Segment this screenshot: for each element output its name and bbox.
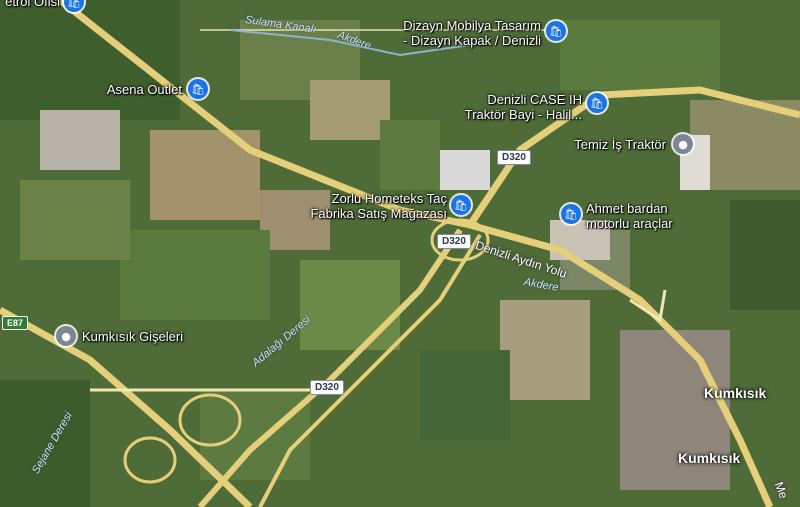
poi-dizayn-mobilya-pin[interactable]: 🛍 — [546, 21, 566, 41]
poi-denizli-case-ih-label[interactable]: Denizli CASE IH Traktör Bayi - Halil... — [465, 92, 582, 122]
poi-kumkisik-giseleri-label[interactable]: Kumkısık Gişeleri — [82, 329, 183, 344]
poi-asena-outlet-label[interactable]: Asena Outlet — [107, 82, 182, 97]
road-shield-d320-south: D320 — [310, 380, 344, 395]
poi-temiz-is-traktor-label[interactable]: Temiz İş Traktör — [574, 137, 666, 152]
poi-petrol-ofisi-label[interactable]: etrol Ofisi — [5, 0, 60, 9]
road-shield-d320-north: D320 — [497, 150, 531, 165]
poi-zorlu-hometeks-label[interactable]: Zorlu Hometeks Taç Fabrika Satış Mağazas… — [310, 191, 447, 221]
satellite-map[interactable]: 🛍 etrol Ofisi 🛍 Dizayn Mobilya Tasarım -… — [0, 0, 800, 507]
road-shield-d320-center: D320 — [437, 234, 471, 249]
shopping-bag-icon: 🛍 — [590, 96, 604, 110]
road-shield-e87: E87 — [2, 316, 29, 330]
poi-ahmet-bardan-pin[interactable]: 🛍 — [561, 204, 581, 224]
poi-temiz-is-traktor-pin[interactable]: ● — [673, 134, 693, 154]
shopping-bag-icon: 🛍 — [549, 24, 563, 38]
poi-dizayn-mobilya-label[interactable]: Dizayn Mobilya Tasarım - Dizayn Kapak / … — [403, 18, 541, 48]
shopping-bag-icon: 🛍 — [191, 82, 205, 96]
shopping-bag-icon: 🛍 — [564, 207, 578, 221]
poi-kumkisik-giseleri-pin[interactable]: ● — [56, 326, 76, 346]
poi-zorlu-hometeks-pin[interactable]: 🛍 — [451, 195, 471, 215]
shopping-bag-icon: 🛍 — [454, 198, 468, 212]
town-label-kumkisik-1: Kumkısık — [704, 385, 767, 401]
shopping-bag-icon: 🛍 — [67, 0, 81, 9]
poi-ahmet-bardan-label[interactable]: Ahmet bardan motorlu araçlar — [586, 201, 673, 231]
town-label-kumkisik-2: Kumkısık — [678, 450, 741, 466]
poi-asena-outlet-pin[interactable]: 🛍 — [188, 79, 208, 99]
location-pin-icon: ● — [678, 137, 688, 151]
location-pin-icon: ● — [61, 329, 71, 343]
satellite-imagery — [0, 0, 800, 507]
poi-denizli-case-ih-pin[interactable]: 🛍 — [587, 93, 607, 113]
